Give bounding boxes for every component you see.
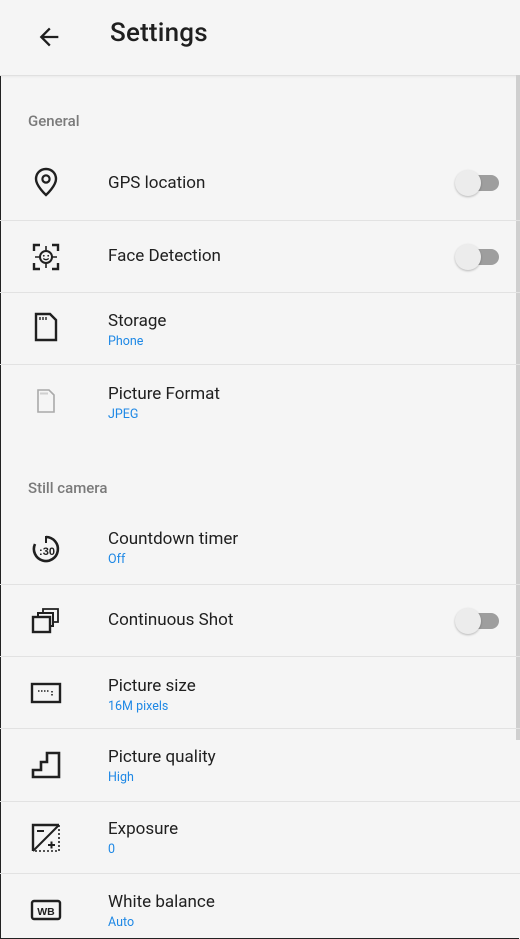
back-arrow-icon[interactable] (34, 22, 64, 52)
picture-quality-icon (30, 749, 62, 781)
exposure-icon (30, 822, 62, 854)
setting-value: 16M pixels (108, 699, 169, 714)
setting-picture-quality[interactable]: Picture quality High (0, 729, 520, 801)
setting-value: Phone (108, 334, 144, 349)
white-balance-icon-text: WB (37, 906, 55, 918)
setting-storage[interactable]: Storage Phone (0, 293, 520, 365)
section-header-general: General (28, 112, 80, 130)
setting-label: Face Detection (108, 246, 221, 266)
continuous-shot-toggle[interactable] (455, 608, 499, 634)
setting-label: Countdown timer (108, 529, 239, 549)
setting-label: Picture quality (108, 747, 216, 767)
timer-icon-text: :30 (39, 546, 55, 558)
setting-continuous-shot[interactable]: Continuous Shot (0, 585, 520, 657)
setting-exposure[interactable]: Exposure 0 (0, 802, 520, 874)
setting-label: Picture size (108, 676, 196, 696)
gps-toggle[interactable] (455, 170, 499, 196)
setting-value: Auto (108, 915, 135, 930)
setting-picture-format[interactable]: Picture Format JPEG (0, 365, 520, 437)
picture-size-icon (30, 677, 62, 709)
setting-gps-location[interactable]: GPS location (0, 148, 520, 220)
setting-label: Picture Format (108, 384, 220, 404)
setting-value: 0 (108, 842, 116, 857)
setting-countdown-timer[interactable]: :30 Countdown timer Off (0, 513, 520, 585)
page-title: Settings (110, 18, 208, 48)
location-pin-icon (30, 166, 62, 198)
setting-label: Storage (108, 311, 167, 331)
timer-icon: :30 (30, 533, 62, 565)
setting-label: GPS location (108, 173, 206, 193)
setting-picture-size[interactable]: Picture size 16M pixels (0, 657, 520, 729)
sd-card-icon (30, 311, 62, 343)
setting-value: High (108, 770, 134, 785)
face-detection-icon (30, 241, 62, 273)
app-bar: Settings (0, 0, 520, 76)
file-format-icon (30, 385, 62, 417)
setting-face-detection[interactable]: Face Detection (0, 221, 520, 293)
setting-value: Off (108, 552, 126, 567)
white-balance-icon: WB (30, 894, 62, 926)
section-header-still-camera: Still camera (28, 479, 108, 497)
setting-label: White balance (108, 892, 215, 912)
setting-value: JPEG (108, 407, 139, 422)
setting-white-balance[interactable]: WB White balance Auto (0, 874, 520, 939)
setting-label: Exposure (108, 819, 179, 839)
setting-label: Continuous Shot (108, 610, 234, 630)
burst-shot-icon (30, 605, 62, 637)
face-detection-toggle[interactable] (455, 244, 499, 270)
